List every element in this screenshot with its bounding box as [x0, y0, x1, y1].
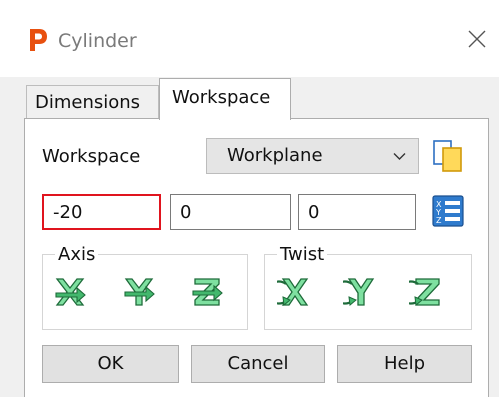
- position-x-field[interactable]: [42, 194, 161, 230]
- copy-workplane-icon[interactable]: [431, 139, 465, 173]
- rotate-x-icon[interactable]: [53, 276, 87, 308]
- help-button[interactable]: Help: [337, 345, 472, 383]
- workspace-select-value: Workplane: [227, 145, 323, 166]
- svg-text:Z: Z: [436, 216, 442, 225]
- app-logo-icon: [30, 29, 47, 51]
- title-bar[interactable]: Cylinder: [0, 0, 499, 77]
- rotate-z-icon[interactable]: [190, 276, 224, 308]
- close-icon[interactable]: [462, 24, 492, 54]
- tab-workspace-label: Workspace: [172, 87, 271, 108]
- cancel-button[interactable]: Cancel: [191, 345, 325, 383]
- twist-z-icon[interactable]: [409, 276, 443, 308]
- axis-group-legend: Axis: [58, 244, 96, 265]
- tab-dimensions[interactable]: Dimensions: [26, 85, 159, 119]
- tab-dimensions-label: Dimensions: [35, 92, 141, 113]
- position-y-input[interactable]: [171, 195, 290, 229]
- ok-button[interactable]: OK: [42, 345, 179, 383]
- position-list-icon[interactable]: X Y Z: [431, 194, 465, 228]
- window-title: Cylinder: [58, 30, 137, 52]
- twist-group-legend: Twist: [280, 244, 325, 265]
- chevron-down-icon: [393, 153, 406, 160]
- twist-y-icon[interactable]: [343, 276, 377, 308]
- position-x-input[interactable]: [44, 196, 159, 228]
- position-z-input[interactable]: [299, 195, 415, 229]
- workspace-select[interactable]: Workplane: [206, 138, 419, 174]
- position-z-field[interactable]: [298, 194, 416, 230]
- position-y-field[interactable]: [170, 194, 291, 230]
- workspace-label: Workspace: [42, 146, 141, 167]
- cylinder-dialog: Cylinder Dimensions Workspace Workspace …: [0, 0, 499, 397]
- twist-x-icon[interactable]: [277, 276, 311, 308]
- tab-workspace[interactable]: Workspace: [159, 78, 291, 120]
- rotate-y-icon[interactable]: [122, 276, 156, 308]
